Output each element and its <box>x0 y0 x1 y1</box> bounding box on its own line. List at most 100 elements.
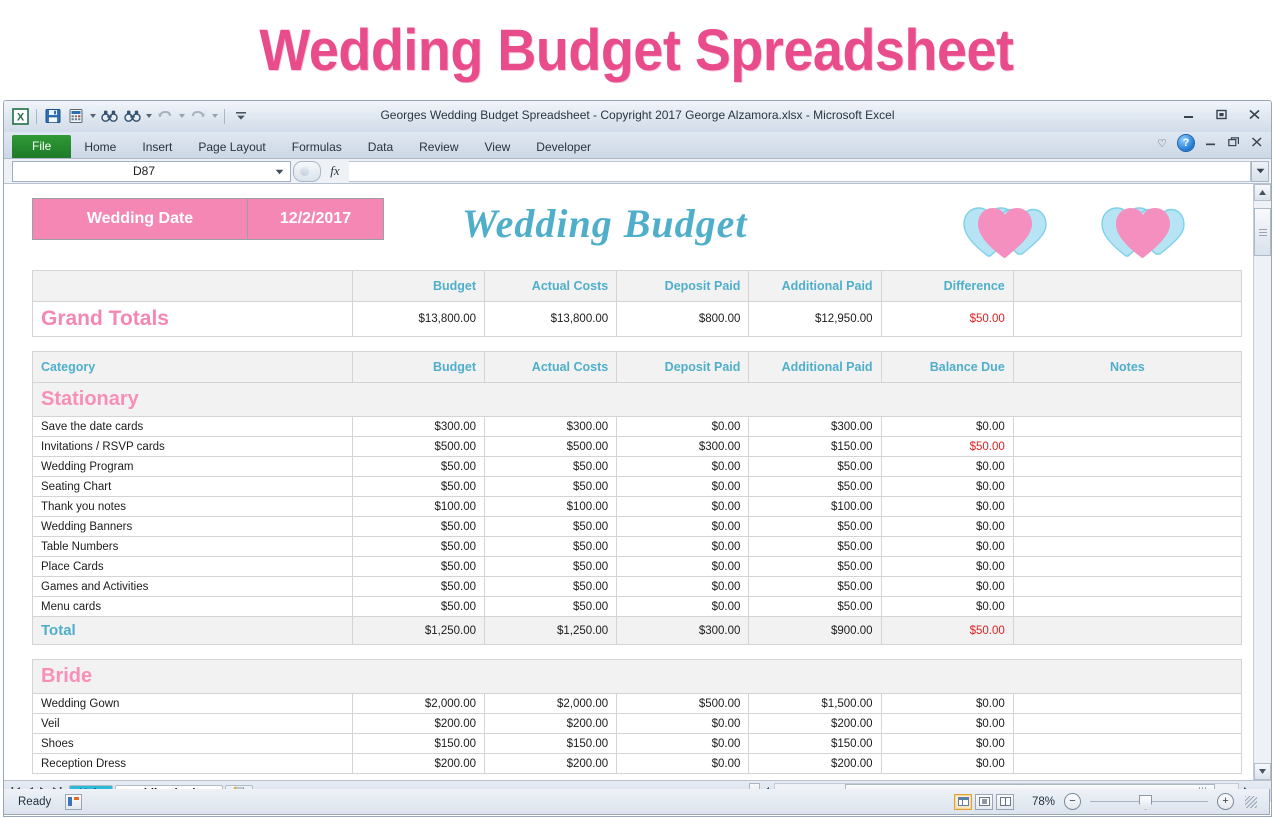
row-label[interactable]: Menu cards <box>33 597 353 617</box>
cell-additional-paid[interactable]: $300.00 <box>749 417 881 437</box>
scroll-up-button[interactable] <box>1254 184 1271 201</box>
cell-deposit-paid[interactable]: $0.00 <box>617 517 749 537</box>
tab-view[interactable]: View <box>472 136 524 158</box>
cell-budget[interactable]: $500.00 <box>352 437 484 457</box>
window-resize-grip[interactable] <box>1245 796 1257 808</box>
tab-file[interactable]: File <box>12 135 71 158</box>
table-row[interactable]: Shoes$150.00$150.00$0.00$150.00$0.00 <box>33 734 1242 754</box>
tab-data[interactable]: Data <box>355 136 406 158</box>
row-label[interactable]: Wedding Program <box>33 457 353 477</box>
cell-budget[interactable]: $50.00 <box>352 517 484 537</box>
cell-notes[interactable] <box>1013 497 1241 517</box>
cell-actual-costs[interactable]: $50.00 <box>485 457 617 477</box>
vertical-scrollbar[interactable] <box>1253 184 1271 780</box>
cell-additional-paid[interactable]: $100.00 <box>749 497 881 517</box>
cell-actual-costs[interactable]: $50.00 <box>485 577 617 597</box>
row-label[interactable]: Shoes <box>33 734 353 754</box>
cell-additional-paid[interactable]: $50.00 <box>749 457 881 477</box>
scroll-down-button[interactable] <box>1254 763 1271 780</box>
cell-notes[interactable] <box>1013 577 1241 597</box>
cell-actual-costs[interactable]: $500.00 <box>485 437 617 457</box>
row-label[interactable]: Wedding Gown <box>33 694 353 714</box>
row-label[interactable]: Thank you notes <box>33 497 353 517</box>
cell-balance-due[interactable]: $0.00 <box>881 457 1013 477</box>
cell-budget[interactable]: $2,000.00 <box>352 694 484 714</box>
cell-actual-costs[interactable]: $50.00 <box>485 477 617 497</box>
zoom-slider-handle[interactable] <box>1139 795 1152 810</box>
view-mode-buttons[interactable] <box>954 794 1014 810</box>
cell-deposit-paid[interactable]: $0.00 <box>617 417 749 437</box>
worksheet-grid[interactable]: Wedding Date 12/2/2017 Wedding Budget <box>4 184 1253 780</box>
cell-budget[interactable]: $50.00 <box>352 577 484 597</box>
wedding-date-value[interactable]: 12/2/2017 <box>248 199 384 240</box>
cell-notes[interactable] <box>1013 597 1241 617</box>
cell-notes[interactable] <box>1013 734 1241 754</box>
zoom-level[interactable]: 78% <box>1023 796 1055 808</box>
budget-table-body[interactable]: StationarySave the date cards$300.00$300… <box>33 383 1242 774</box>
formula-input[interactable] <box>349 161 1251 182</box>
table-row[interactable]: Wedding Gown$2,000.00$2,000.00$500.00$1,… <box>33 694 1242 714</box>
table-row[interactable]: Save the date cards$300.00$300.00$0.00$3… <box>33 417 1242 437</box>
restore-window-icon[interactable] <box>1213 107 1230 121</box>
cell-balance-due[interactable]: $0.00 <box>881 577 1013 597</box>
cell-budget[interactable]: $300.00 <box>352 417 484 437</box>
cell-budget[interactable]: $50.00 <box>352 477 484 497</box>
vertical-scrollbar-thumb[interactable] <box>1254 208 1271 256</box>
zoom-slider[interactable] <box>1090 794 1208 809</box>
table-row[interactable]: Games and Activities$50.00$50.00$0.00$50… <box>33 577 1242 597</box>
cell-actual-costs[interactable]: $50.00 <box>485 517 617 537</box>
grand-totals-additional-paid[interactable]: $12,950.00 <box>749 302 881 337</box>
normal-view-button[interactable] <box>954 794 972 810</box>
formula-controls[interactable]: fx <box>291 162 349 181</box>
cell-actual-costs[interactable]: $200.00 <box>485 714 617 734</box>
total-deposit-paid[interactable]: $300.00 <box>617 617 749 645</box>
cell-balance-due[interactable]: $0.00 <box>881 517 1013 537</box>
table-row[interactable]: Veil$200.00$200.00$0.00$200.00$0.00 <box>33 714 1242 734</box>
total-actual-costs[interactable]: $1,250.00 <box>485 617 617 645</box>
cell-balance-due[interactable]: $0.00 <box>881 597 1013 617</box>
cell-notes[interactable] <box>1013 477 1241 497</box>
name-box[interactable]: D87 <box>12 161 291 182</box>
help-icon[interactable]: ? <box>1178 135 1194 151</box>
cell-balance-due[interactable]: $0.00 <box>881 417 1013 437</box>
cell-budget[interactable]: $50.00 <box>352 597 484 617</box>
cell-balance-due[interactable]: $0.00 <box>881 537 1013 557</box>
cell-budget[interactable]: $50.00 <box>352 537 484 557</box>
cell-actual-costs[interactable]: $50.00 <box>485 597 617 617</box>
total-balance-due[interactable]: $50.00 <box>881 617 1013 645</box>
cell-budget[interactable]: $200.00 <box>352 754 484 774</box>
table-row[interactable]: Menu cards$50.00$50.00$0.00$50.00$0.00 <box>33 597 1242 617</box>
cell-actual-costs[interactable]: $300.00 <box>485 417 617 437</box>
insert-function-icon[interactable]: fx <box>321 163 349 179</box>
table-row[interactable]: Reception Dress$200.00$200.00$0.00$200.0… <box>33 754 1242 774</box>
cell-budget[interactable]: $100.00 <box>352 497 484 517</box>
cell-additional-paid[interactable]: $150.00 <box>749 437 881 457</box>
minimize-ribbon-icon[interactable] <box>1205 137 1217 150</box>
cell-actual-costs[interactable]: $100.00 <box>485 497 617 517</box>
cell-notes[interactable] <box>1013 754 1241 774</box>
table-row[interactable]: Table Numbers$50.00$50.00$0.00$50.00$0.0… <box>33 537 1242 557</box>
restore-workbook-icon[interactable] <box>1228 137 1240 150</box>
cell-actual-costs[interactable]: $2,000.00 <box>485 694 617 714</box>
row-label[interactable]: Save the date cards <box>33 417 353 437</box>
cell-additional-paid[interactable]: $150.00 <box>749 734 881 754</box>
cell-deposit-paid[interactable]: $0.00 <box>617 714 749 734</box>
cell-additional-paid[interactable]: $50.00 <box>749 597 881 617</box>
row-label[interactable]: Reception Dress <box>33 754 353 774</box>
table-row[interactable]: Place Cards$50.00$50.00$0.00$50.00$0.00 <box>33 557 1242 577</box>
cell-budget[interactable]: $200.00 <box>352 714 484 734</box>
status-bar-right[interactable]: 78% − + <box>954 793 1269 810</box>
formula-bar[interactable]: D87 fx <box>4 159 1271 184</box>
formula-collapse-button[interactable] <box>293 161 321 182</box>
cell-notes[interactable] <box>1013 417 1241 437</box>
cell-notes[interactable] <box>1013 537 1241 557</box>
row-label[interactable]: Invitations / RSVP cards <box>33 437 353 457</box>
tab-review[interactable]: Review <box>406 136 471 158</box>
close-window-icon[interactable] <box>1246 107 1263 121</box>
row-label[interactable]: Place Cards <box>33 557 353 577</box>
tab-formulas[interactable]: Formulas <box>279 136 355 158</box>
tab-home[interactable]: Home <box>71 136 129 158</box>
cell-deposit-paid[interactable]: $0.00 <box>617 497 749 517</box>
cell-deposit-paid[interactable]: $0.00 <box>617 477 749 497</box>
cell-budget[interactable]: $150.00 <box>352 734 484 754</box>
